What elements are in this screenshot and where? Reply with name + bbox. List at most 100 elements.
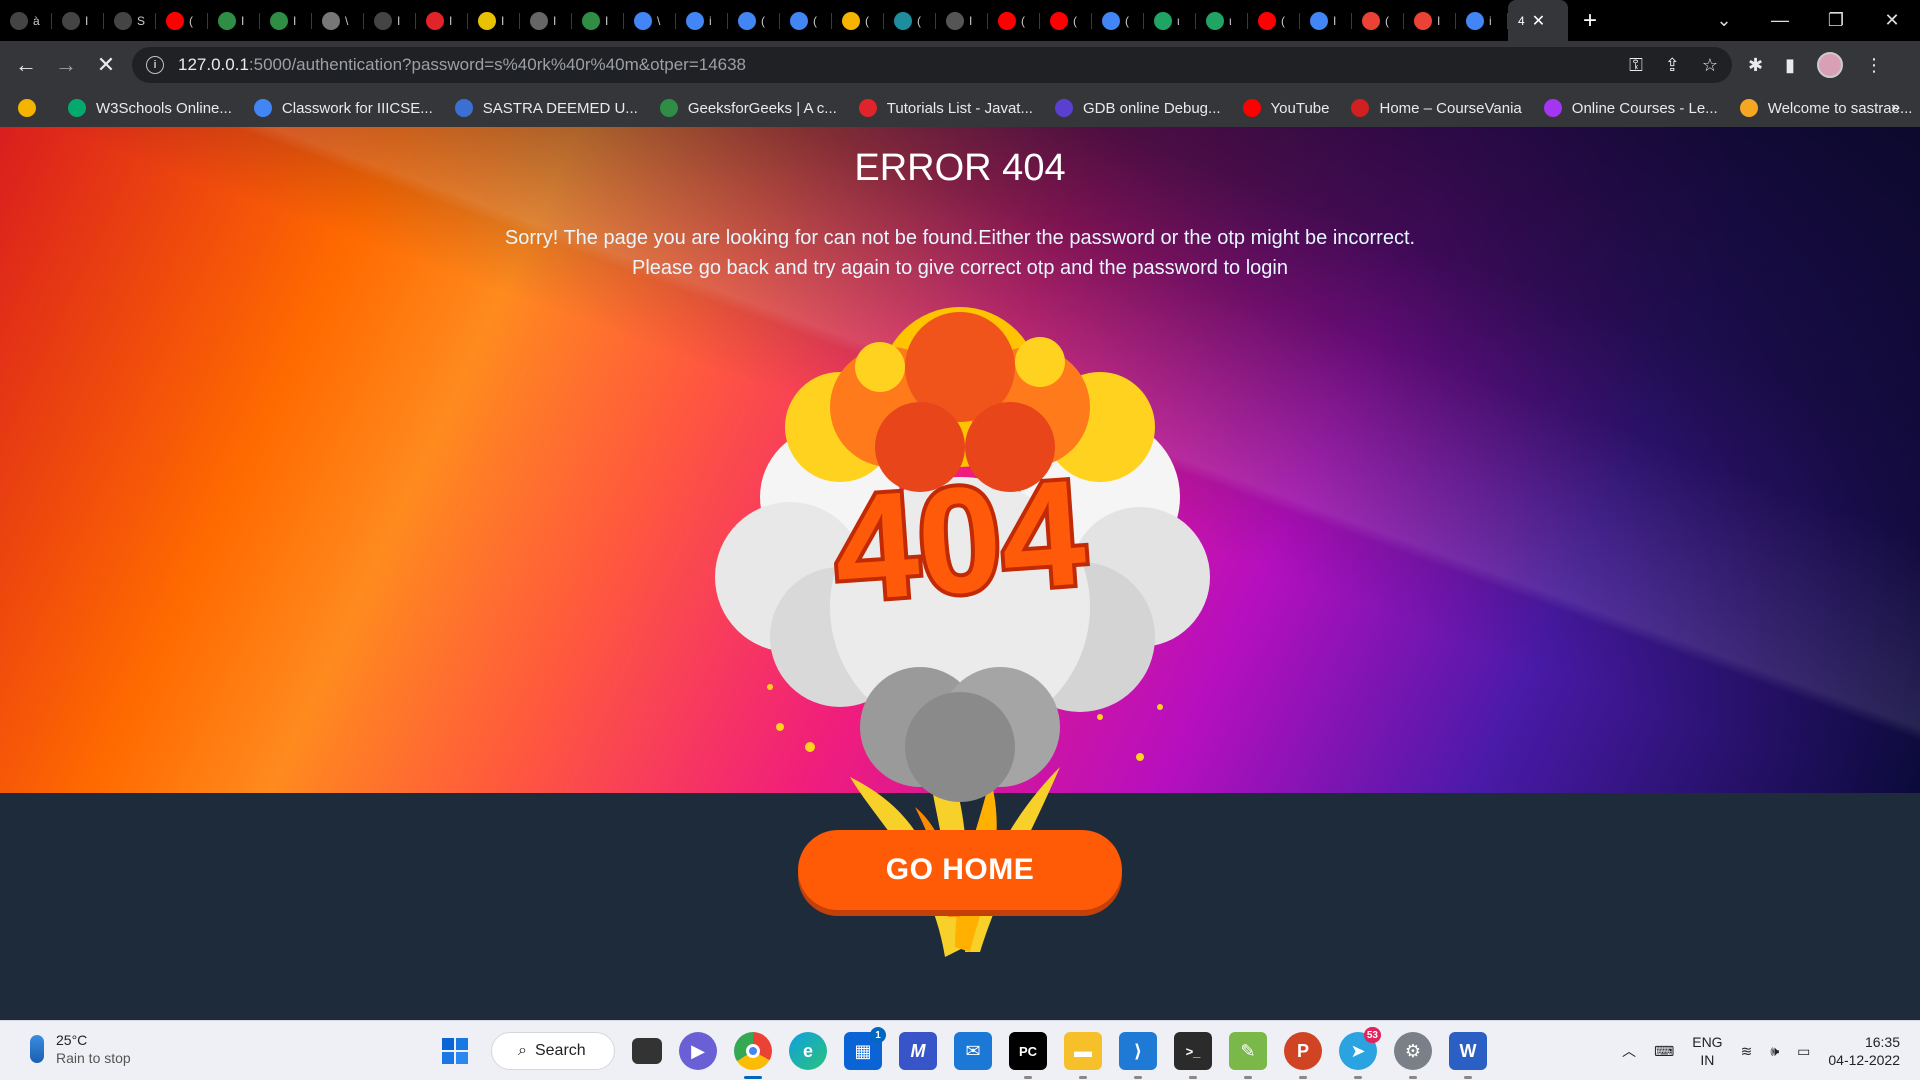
tab-3[interactable]: ( bbox=[156, 0, 208, 41]
tab-18[interactable]: I bbox=[936, 0, 988, 41]
bookmark-label: SASTRA DEEMED U... bbox=[482, 99, 638, 117]
battery-icon[interactable]: ▭ bbox=[1797, 1043, 1810, 1060]
tab-4[interactable]: I bbox=[208, 0, 260, 41]
extensions-puzzle-icon[interactable]: ✱ bbox=[1748, 55, 1763, 76]
vscode-icon[interactable]: ⟩ bbox=[1119, 1032, 1157, 1079]
tab-15[interactable]: ( bbox=[780, 0, 832, 41]
side-panel-icon[interactable]: ▮ bbox=[1785, 55, 1795, 76]
tab-20[interactable]: ( bbox=[1040, 0, 1092, 41]
language-indicator[interactable]: ENG IN bbox=[1692, 1033, 1722, 1069]
bookmark-5[interactable]: Tutorials List - Javat... bbox=[858, 99, 1033, 117]
chevron-up-icon[interactable]: ︿ bbox=[1622, 1041, 1636, 1061]
tab-label: ( bbox=[865, 13, 869, 28]
profile-avatar[interactable] bbox=[1817, 52, 1843, 78]
pycharm-icon[interactable]: PC bbox=[1009, 1032, 1047, 1079]
share-icon[interactable]: ⇪ bbox=[1665, 55, 1680, 76]
word-icon[interactable]: W bbox=[1449, 1032, 1487, 1079]
tab-19[interactable]: ( bbox=[988, 0, 1040, 41]
clock[interactable]: 16:35 04-12-2022 bbox=[1828, 1033, 1900, 1069]
edge-icon[interactable]: e bbox=[789, 1032, 827, 1070]
tab-13[interactable]: i bbox=[676, 0, 728, 41]
tab-26[interactable]: ( bbox=[1352, 0, 1404, 41]
microsoft-store-icon[interactable]: ▦ 1 bbox=[844, 1027, 886, 1070]
keyboard-icon[interactable]: ⌨ bbox=[1654, 1043, 1674, 1060]
tab-label: I bbox=[449, 13, 453, 28]
tab-search-chevron-icon[interactable]: ⌄ bbox=[1696, 0, 1752, 41]
bookmark-6[interactable]: GDB online Debug... bbox=[1054, 99, 1221, 117]
clock-date: 04-12-2022 bbox=[1828, 1052, 1900, 1068]
tab-9[interactable]: I bbox=[468, 0, 520, 41]
tab-list: à I S (I I \ I I I I I \ i ((((I (((ι ι (I (Ii bbox=[0, 0, 1508, 41]
task-view-icon[interactable] bbox=[632, 1038, 662, 1064]
tab-0[interactable]: à bbox=[0, 0, 52, 41]
go-home-button[interactable]: GO HOME bbox=[798, 830, 1122, 910]
sastra-icon bbox=[454, 99, 473, 117]
openai-icon bbox=[946, 11, 964, 30]
bookmark-4[interactable]: GeeksforGeeks | A c... bbox=[659, 99, 837, 117]
tab-active[interactable]: 4 ✕ bbox=[1508, 0, 1568, 41]
tab-27[interactable]: I bbox=[1404, 0, 1456, 41]
teams-chat-icon[interactable]: ▶ bbox=[679, 1032, 717, 1070]
tab-7[interactable]: I bbox=[364, 0, 416, 41]
tab-22[interactable]: ι bbox=[1144, 0, 1196, 41]
tab-23[interactable]: ι bbox=[1196, 0, 1248, 41]
tab-label: I bbox=[1437, 13, 1441, 28]
bookmark-8[interactable]: Home – CourseVania bbox=[1351, 99, 1522, 117]
app-blue-icon[interactable]: M bbox=[899, 1032, 937, 1070]
tab-25[interactable]: I bbox=[1300, 0, 1352, 41]
bookmark-9[interactable]: Online Courses - Le... bbox=[1543, 99, 1718, 117]
tab-11[interactable]: I bbox=[572, 0, 624, 41]
tab-10[interactable]: I bbox=[520, 0, 572, 41]
tab-label: I bbox=[397, 13, 401, 28]
tab-16[interactable]: ( bbox=[832, 0, 884, 41]
mail-icon[interactable]: ✉ bbox=[954, 1032, 992, 1070]
photos-app-icon[interactable]: ✎ bbox=[1229, 1032, 1267, 1079]
bookmark-2[interactable]: Classwork for IIICSE... bbox=[253, 99, 433, 117]
tab-21[interactable]: ( bbox=[1092, 0, 1144, 41]
close-window-icon[interactable]: ✕ bbox=[1864, 0, 1920, 41]
tab-17[interactable]: ( bbox=[884, 0, 936, 41]
powerpoint-icon[interactable]: P bbox=[1284, 1032, 1322, 1079]
taskbar-search[interactable]: ⌕ Search bbox=[491, 1032, 615, 1070]
bookmark-0[interactable] bbox=[18, 99, 46, 117]
wifi-icon[interactable]: ≋ bbox=[1741, 1043, 1753, 1060]
telegram-icon[interactable]: ➤ 53 bbox=[1339, 1027, 1381, 1079]
address-bar[interactable]: i 127.0.0.1:5000/authentication?password… bbox=[132, 47, 1732, 83]
tab-28[interactable]: i bbox=[1456, 0, 1508, 41]
globe-icon bbox=[114, 11, 132, 30]
bookmarks-overflow-icon[interactable]: » bbox=[1891, 99, 1900, 117]
menu-kebab-icon[interactable]: ⋮ bbox=[1865, 55, 1883, 76]
site-info-icon[interactable]: i bbox=[146, 56, 164, 74]
file-explorer-icon[interactable]: ▬ bbox=[1064, 1032, 1102, 1079]
volume-icon[interactable]: 🕪 bbox=[1770, 1043, 1779, 1060]
bookmark-10[interactable]: Welcome to sastrae... bbox=[1739, 99, 1912, 117]
tab-label: ι bbox=[1229, 13, 1232, 28]
bookmark-1[interactable]: W3Schools Online... bbox=[68, 99, 232, 117]
star-bookmark-icon[interactable]: ☆ bbox=[1702, 55, 1718, 76]
close-tab-icon[interactable]: ✕ bbox=[1532, 11, 1545, 31]
key-icon[interactable]: ⚿ bbox=[1629, 55, 1643, 76]
tab-14[interactable]: ( bbox=[728, 0, 780, 41]
forward-arrow-icon[interactable]: → bbox=[46, 45, 86, 85]
tab-6[interactable]: \ bbox=[312, 0, 364, 41]
tab-1[interactable]: I bbox=[52, 0, 104, 41]
tab-2[interactable]: S bbox=[104, 0, 156, 41]
bookmark-3[interactable]: SASTRA DEEMED U... bbox=[454, 99, 638, 117]
tab-8[interactable]: I bbox=[416, 0, 468, 41]
tab-label: \ bbox=[657, 13, 661, 28]
tab-12[interactable]: \ bbox=[624, 0, 676, 41]
bookmark-7[interactable]: YouTube bbox=[1242, 99, 1329, 117]
chrome-icon[interactable] bbox=[734, 1032, 772, 1079]
back-arrow-icon[interactable]: ← bbox=[6, 45, 46, 85]
new-tab-button[interactable]: + bbox=[1568, 0, 1612, 41]
restore-icon[interactable]: ❐ bbox=[1808, 0, 1864, 41]
terminal-icon[interactable]: >_ bbox=[1174, 1032, 1212, 1079]
stop-loading-icon[interactable]: ✕ bbox=[86, 45, 126, 85]
settings-gear-icon[interactable]: ⚙ bbox=[1394, 1032, 1432, 1079]
minimize-icon[interactable]: — bbox=[1752, 0, 1808, 41]
url-text[interactable]: 127.0.0.1:5000/authentication?password=s… bbox=[178, 55, 746, 75]
windows-start-icon[interactable] bbox=[436, 1032, 474, 1070]
tab-24[interactable]: ( bbox=[1248, 0, 1300, 41]
tab-5[interactable]: I bbox=[260, 0, 312, 41]
weather-widget[interactable]: 25°C Rain to stop bbox=[30, 1031, 131, 1067]
